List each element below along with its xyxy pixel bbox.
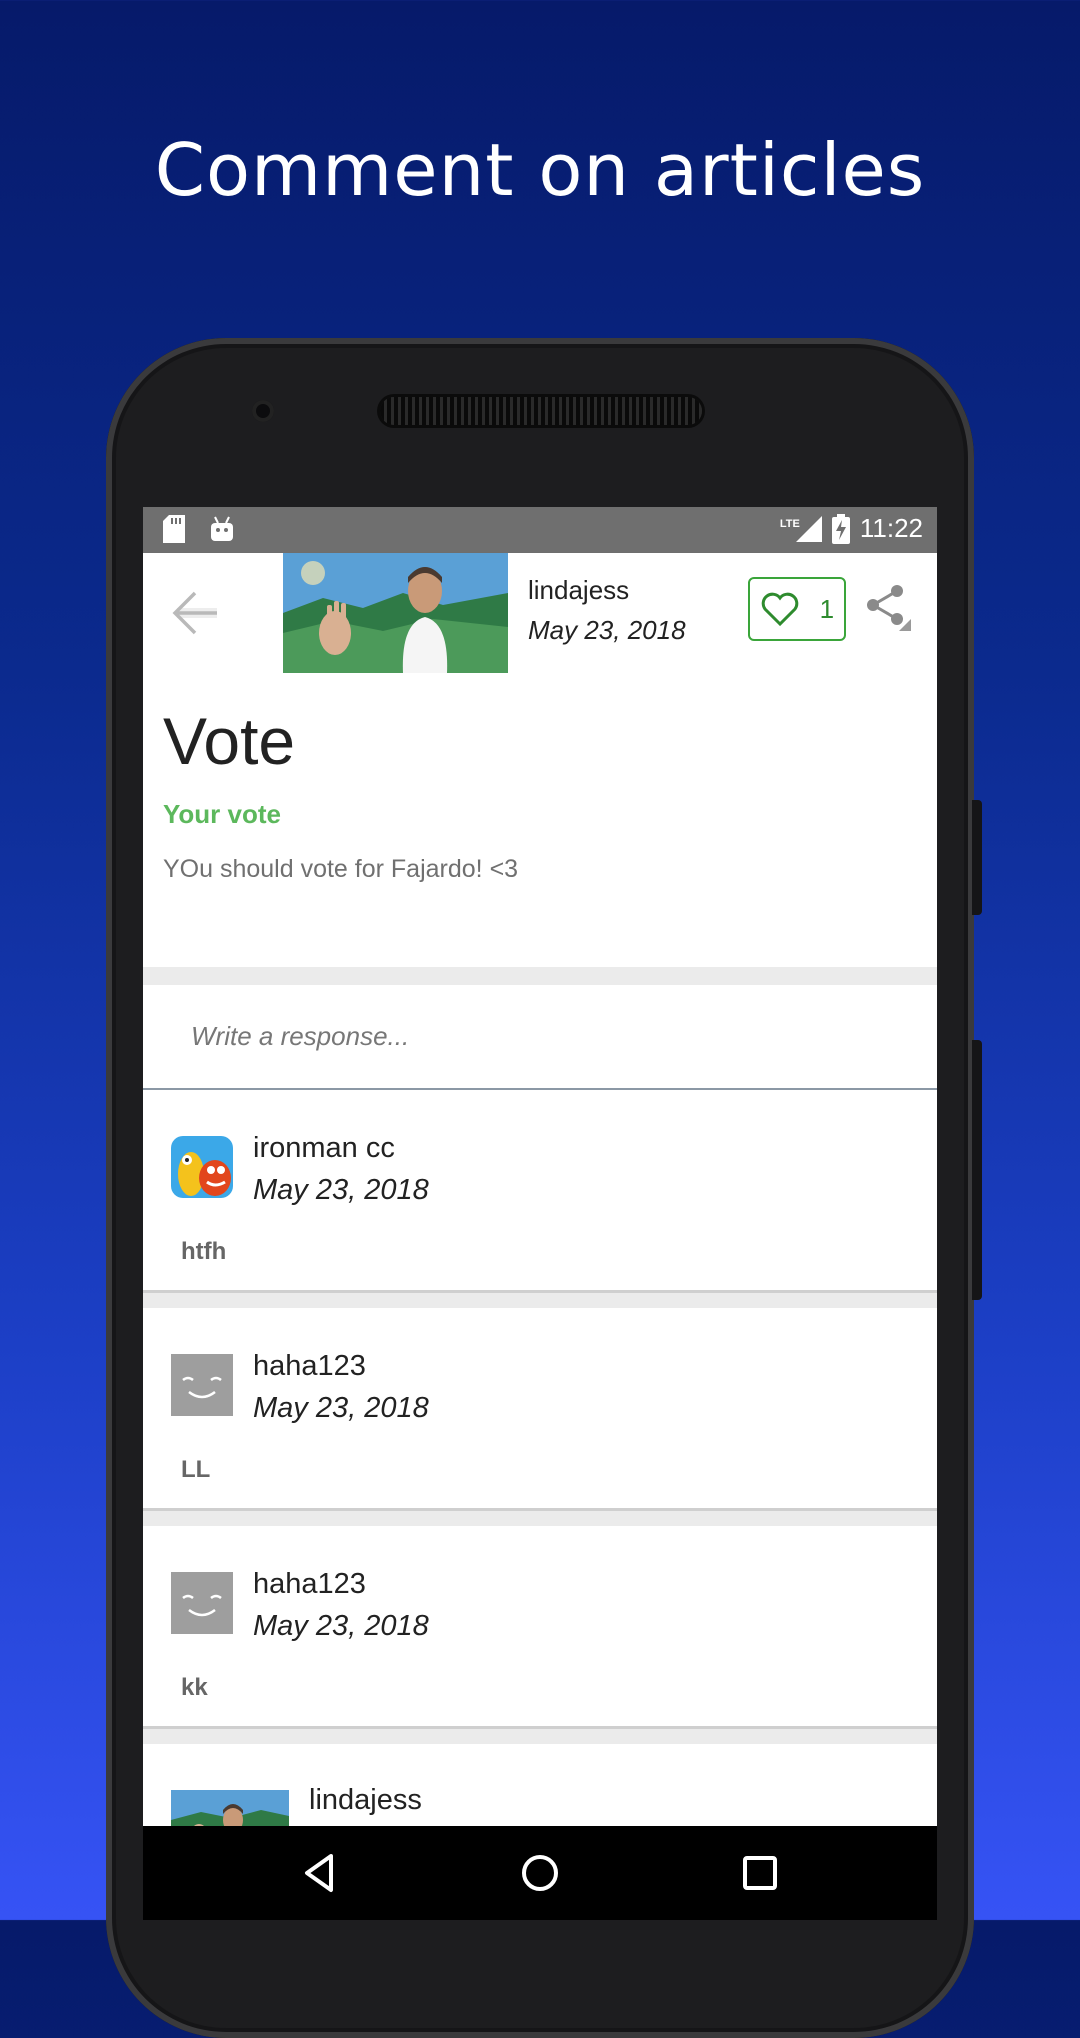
article-date: May 23, 2018: [528, 615, 686, 645]
earpiece-speaker: [380, 397, 702, 425]
nav-recents-icon: [743, 1856, 777, 1890]
nav-back-icon: [305, 1854, 333, 1892]
signal-icon: [795, 515, 822, 542]
comment-text: kk: [181, 1674, 208, 1701]
comment-date: May 23, 2018: [253, 1392, 429, 1424]
clock: 11:22: [859, 513, 923, 543]
commenter-name[interactable]: haha123: [253, 1350, 366, 1383]
default-avatar-icon[interactable]: [171, 1354, 233, 1416]
promo-headline: Comment on articles: [154, 128, 926, 212]
system-nav-bar: [143, 1826, 937, 1920]
nav-home-icon: [522, 1855, 558, 1891]
status-bar: LTE 11:22: [143, 507, 937, 553]
comment-text: LL: [181, 1456, 211, 1483]
share-icon: [867, 585, 911, 631]
article-author[interactable]: lindajess: [528, 575, 629, 606]
battery-charging-icon: [831, 513, 850, 544]
power-button: [972, 1040, 982, 1300]
author-thumbnail[interactable]: [283, 553, 508, 673]
like-button[interactable]: 1: [748, 577, 846, 641]
heart-icon: [761, 592, 799, 627]
commenter-name[interactable]: haha123: [253, 1568, 366, 1601]
comment-item: haha123 May 23, 2018 LL: [143, 1308, 937, 1511]
nav-recents-button[interactable]: [735, 1848, 785, 1898]
default-avatar-icon[interactable]: [171, 1572, 233, 1634]
comment-text: htfh: [181, 1238, 227, 1265]
comment-date: May 23, 2018: [253, 1174, 429, 1206]
response-input[interactable]: [189, 1015, 893, 1057]
response-box: [143, 985, 937, 1090]
like-count: 1: [819, 593, 835, 624]
article-subtitle: Your vote: [163, 799, 281, 829]
phone-screen: LTE 11:22 lindajess May 23, 2018 1 Vote …: [143, 507, 937, 1920]
article-title: Vote: [163, 704, 296, 778]
volume-button: [972, 800, 982, 915]
article-body: YOu should vote for Fajardo! <3: [163, 855, 519, 883]
comment-item: ironman cc May 23, 2018 htfh: [143, 1090, 937, 1293]
article-content: Vote Your vote YOu should vote for Fajar…: [143, 673, 937, 967]
front-camera: [252, 400, 274, 422]
commenter-avatar[interactable]: [171, 1136, 233, 1198]
back-button[interactable]: [165, 583, 225, 643]
article-toolbar: lindajess May 23, 2018 1: [143, 553, 937, 673]
commenter-name[interactable]: ironman cc: [253, 1132, 395, 1165]
back-arrow-icon: [172, 591, 217, 635]
commenter-name[interactable]: lindajess: [309, 1784, 422, 1817]
nav-home-button[interactable]: [515, 1848, 565, 1898]
comment-item: haha123 May 23, 2018 kk: [143, 1526, 937, 1729]
sd-card-icon: [163, 515, 185, 543]
nav-back-button[interactable]: [295, 1848, 345, 1898]
comment-date: May 23, 2018: [253, 1610, 429, 1642]
android-icon: [211, 516, 233, 541]
share-button[interactable]: [865, 583, 911, 631]
